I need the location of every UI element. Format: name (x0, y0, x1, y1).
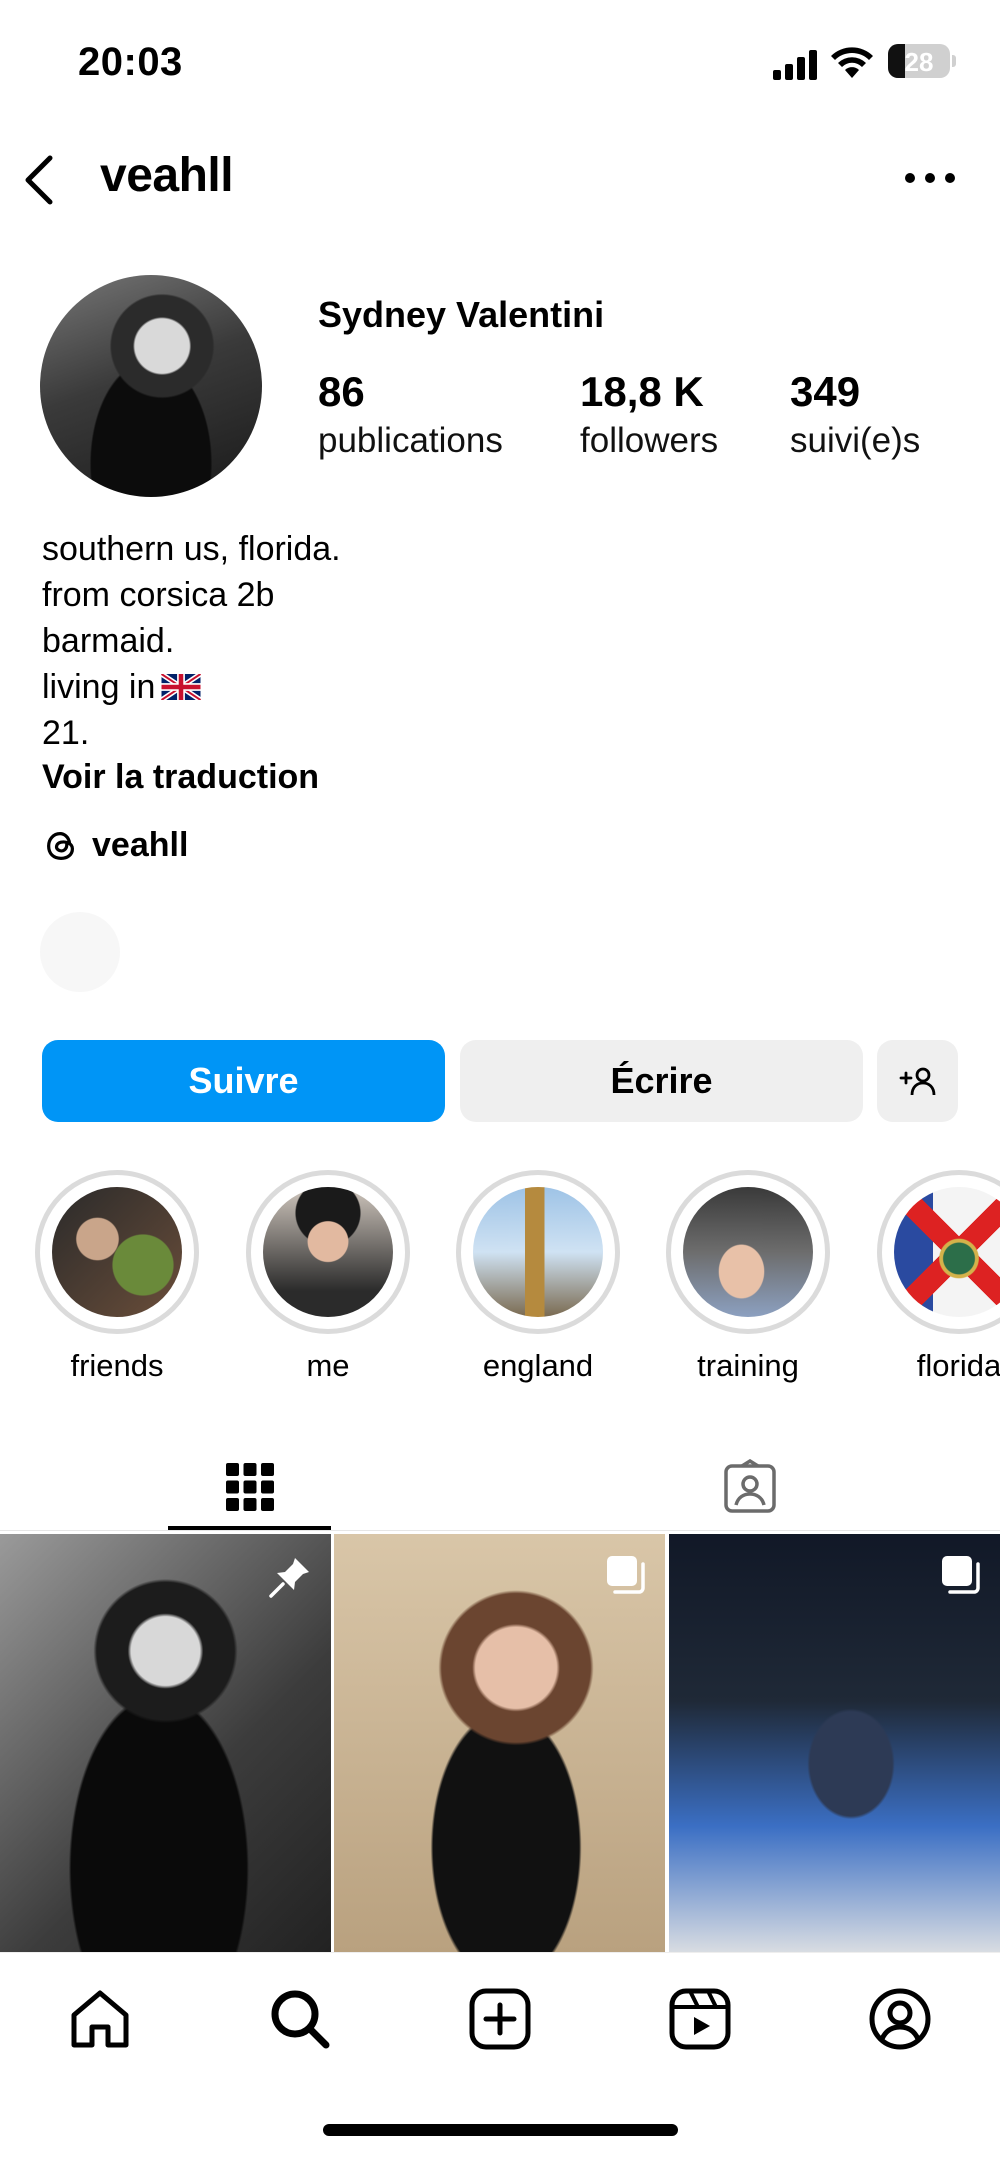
profile-icon[interactable] (864, 1983, 936, 2055)
display-name: Sydney Valentini (318, 294, 605, 335)
profile-avatar[interactable] (40, 275, 262, 497)
stat-value: 86 (318, 368, 365, 415)
placeholder-avatar (40, 912, 120, 992)
stat-followers[interactable]: 18,8 K followers (580, 366, 718, 464)
active-tab-indicator (168, 1526, 331, 1530)
bio-line: 21. (42, 714, 90, 752)
battery-level: 28 (904, 47, 934, 77)
create-icon[interactable] (464, 1983, 536, 2055)
status-time: 20:03 (78, 40, 183, 84)
highlight-florida[interactable]: florida (874, 1170, 1000, 1384)
tagged-icon (724, 1459, 776, 1513)
follow-button[interactable]: Suivre (42, 1040, 445, 1122)
bio-line: barmaid. (42, 622, 175, 660)
bio-line: southern us, florida. (42, 530, 341, 568)
message-button[interactable]: Écrire (460, 1040, 863, 1122)
add-person-icon (899, 1067, 935, 1096)
post-thumbnail[interactable] (334, 1534, 665, 1952)
bio-line: living in (42, 668, 156, 706)
threads-icon (47, 831, 75, 860)
uk-flag-icon (161, 674, 202, 700)
home-indicator (323, 2124, 678, 2136)
search-icon[interactable] (264, 1983, 336, 2055)
status-bar: 20:03 28 (0, 0, 1000, 120)
post-thumbnail[interactable] (669, 1534, 1000, 1952)
tab-grid[interactable] (0, 1440, 500, 1534)
threads-handle: veahll (92, 826, 189, 864)
threads-link[interactable]: veahll (42, 826, 188, 865)
back-arrow-icon[interactable] (18, 150, 62, 210)
reels-icon[interactable] (664, 1983, 736, 2055)
tab-tagged[interactable] (500, 1440, 1000, 1534)
bio: southern us, florida. from corsica 2b ba… (42, 526, 341, 756)
stat-label: publications (318, 421, 503, 460)
grid-icon (226, 1463, 274, 1511)
multi-image-icon (607, 1556, 645, 1594)
tab-divider (0, 1530, 1000, 1531)
pin-icon (269, 1558, 309, 1598)
home-icon[interactable] (64, 1983, 136, 2055)
stat-value: 349 (790, 368, 861, 415)
battery-indicator: 28 (888, 44, 950, 78)
suggest-people-button[interactable] (877, 1040, 958, 1122)
more-options-icon[interactable] (900, 160, 960, 196)
bio-line: from corsica 2b (42, 576, 275, 614)
highlight-label: florida (916, 1348, 1000, 1383)
highlights-overflow: florida (0, 1160, 1000, 1400)
wifi-icon (831, 47, 873, 78)
multi-image-icon (942, 1556, 980, 1594)
post-thumbnail[interactable] (0, 1534, 331, 1952)
stat-label: suivi(e)s (790, 421, 921, 460)
stat-posts[interactable]: 86 publications (318, 366, 503, 464)
stat-label: followers (580, 421, 719, 460)
cellular-signal-icon (773, 50, 817, 80)
see-translation-link[interactable]: Voir la traduction (42, 758, 319, 797)
stat-value: 18,8 K (580, 368, 704, 415)
stat-following[interactable]: 349 suivi(e)s (790, 366, 920, 464)
highlight-cover (894, 1187, 1000, 1317)
bio-line-living: living in (42, 664, 341, 710)
profile-username: veahll (100, 149, 234, 202)
